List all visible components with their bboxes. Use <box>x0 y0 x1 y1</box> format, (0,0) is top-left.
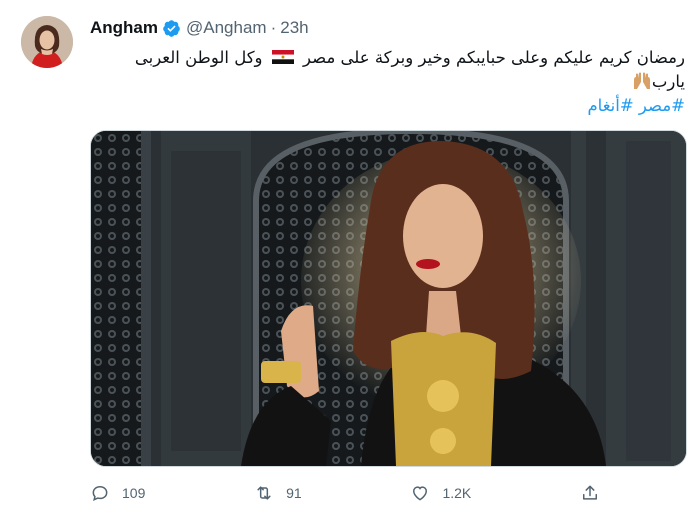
hashtag-egypt[interactable]: #مصر <box>639 96 685 115</box>
raised-hands-icon <box>632 72 652 90</box>
retweet-icon <box>257 486 271 500</box>
tweet-text-part-2: وكل الوطن العربى <box>134 48 263 67</box>
reply-count: 109 <box>122 485 146 501</box>
tweet-text: رمضان كريم عليكم وعلى حبايبكم وخير وبركة… <box>110 46 685 94</box>
tweet-text-part-3: يارب <box>651 72 685 91</box>
avatar-image <box>21 16 73 68</box>
hashtags: #مصر #أنغام <box>300 94 685 118</box>
heart-icon <box>413 486 428 501</box>
tweet-text-part-1: رمضان كريم عليكم وعلى حبايبكم وخير وبركة… <box>303 48 685 67</box>
action-bar: 109 91 1.2K <box>90 478 600 508</box>
tweet-text-line-1: رمضان كريم عليكم وعلى حبايبكم وخير وبركة… <box>110 46 685 70</box>
egypt-flag-icon <box>271 47 294 64</box>
tweet-timestamp[interactable]: 23h <box>280 18 308 38</box>
separator-dot: · <box>270 18 277 37</box>
tweet-text-line-2: يارب <box>110 70 685 94</box>
share-button[interactable] <box>580 483 600 503</box>
like-button[interactable]: 1.2K <box>410 483 471 503</box>
reply-button[interactable]: 109 <box>90 483 145 503</box>
like-count: 1.2K <box>442 485 472 501</box>
author-handle[interactable]: @Angham <box>186 18 267 38</box>
verified-badge-icon <box>162 19 181 38</box>
tweet-photo[interactable] <box>90 130 687 467</box>
reply-icon <box>92 485 108 501</box>
retweet-button[interactable]: 91 <box>254 483 302 503</box>
avatar[interactable] <box>21 16 73 68</box>
tweet[interactable]: Angham @Angham · 23h رمضان كريم عليكم وع… <box>0 0 700 516</box>
retweet-count: 91 <box>286 485 302 501</box>
photo-image <box>91 131 686 466</box>
tweet-header: Angham @Angham · 23h <box>90 16 309 40</box>
hashtag-angham[interactable]: #أنغام <box>587 96 633 115</box>
share-icon <box>583 485 597 500</box>
author-name[interactable]: Angham <box>90 18 158 38</box>
